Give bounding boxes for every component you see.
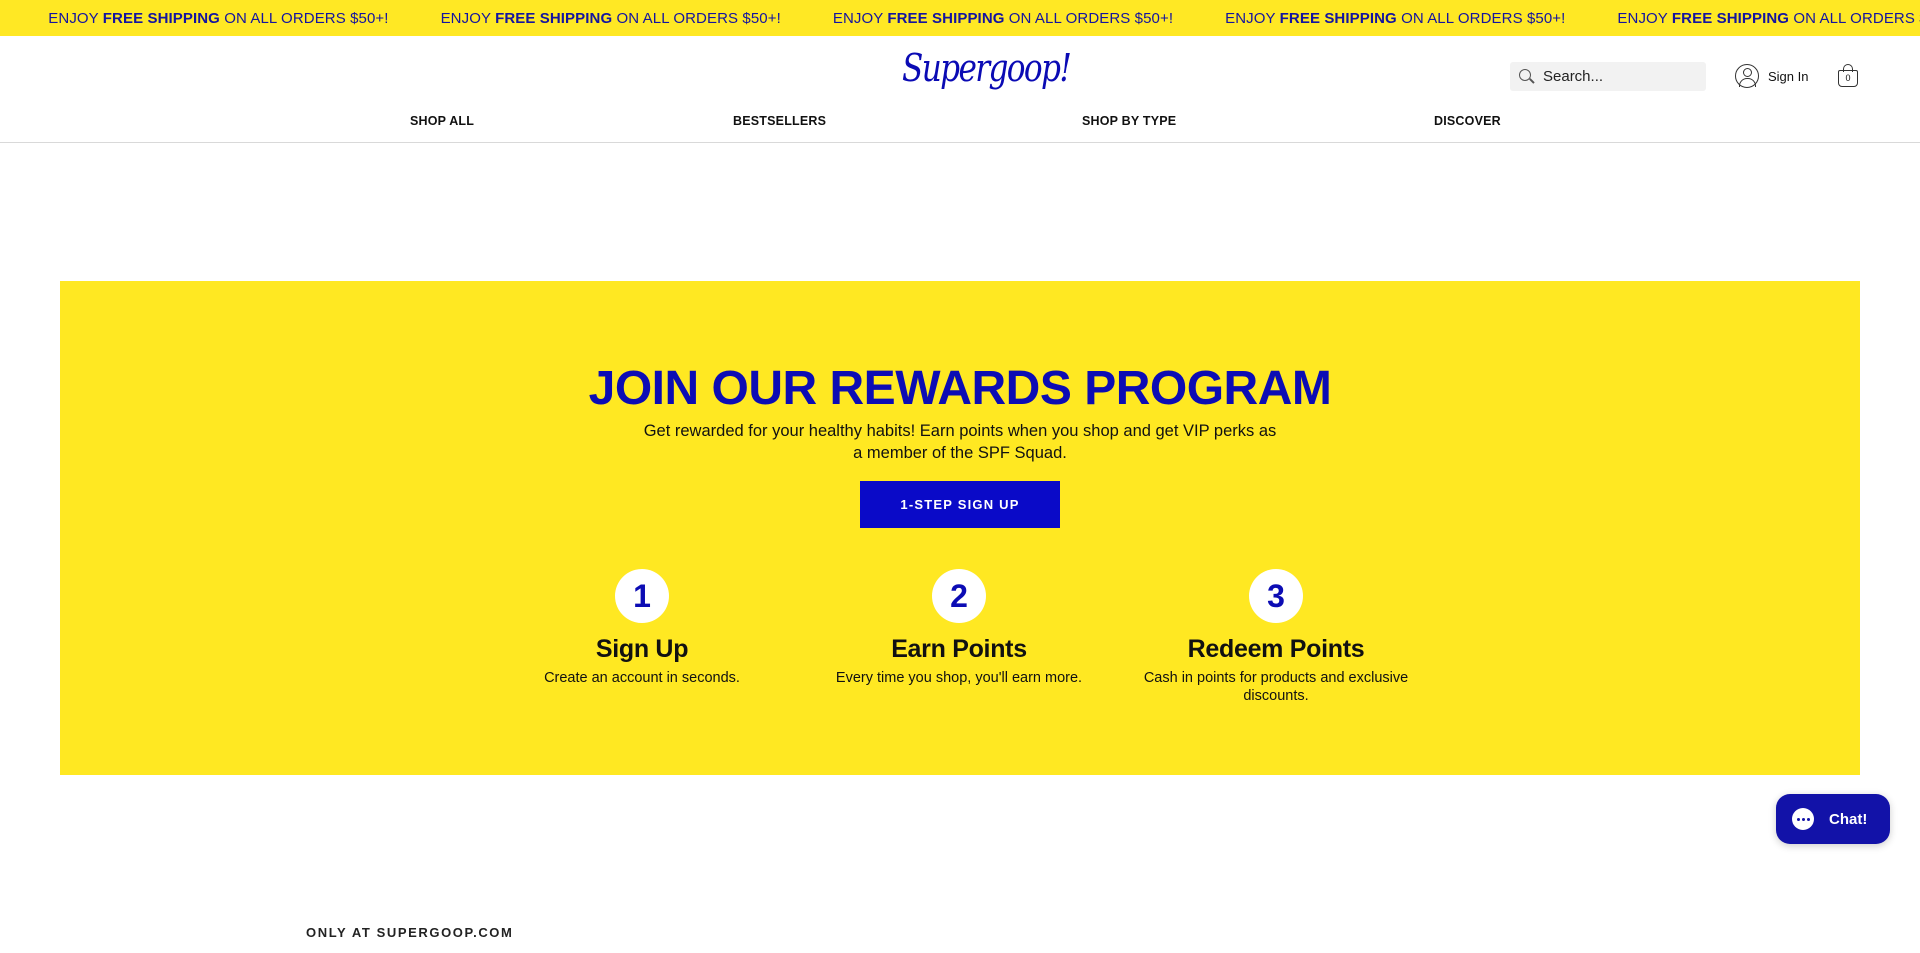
nav-bestsellers[interactable]: BESTSELLERS	[733, 114, 826, 128]
site-header: Supergoop! Sign In 0 SHOP ALL BESTSELLER…	[0, 36, 1920, 143]
announcement-message: ENJOY FREE SHIPPING ON ALL ORDERS $50+!	[48, 9, 389, 27]
sign-in-label: Sign In	[1768, 68, 1809, 84]
main-nav: SHOP ALL BESTSELLERS SHOP BY TYPE DISCOV…	[0, 114, 1920, 134]
sign-up-button[interactable]: 1-STEP SIGN UP	[860, 481, 1060, 528]
step-number-badge: 2	[932, 569, 986, 623]
chat-label: Chat!	[1829, 810, 1868, 828]
search-icon	[1519, 68, 1535, 85]
section-label: ONLY AT SUPERGOOP.COM	[306, 925, 514, 940]
search-input[interactable]	[1543, 68, 1703, 85]
sign-in-link[interactable]: Sign In	[1735, 63, 1808, 89]
announcement-bar: ENJOY FREE SHIPPING ON ALL ORDERS $50+! E…	[0, 0, 1920, 36]
rewards-step: 2 Earn Points Every time you shop, you'l…	[809, 569, 1109, 687]
cart-button[interactable]: 0	[1836, 63, 1860, 89]
announcement-message: ENJOY FREE SHIPPING ON ALL ORDERS $50+!	[1225, 9, 1566, 27]
brand-logo[interactable]: Supergoop!	[902, 46, 1072, 102]
announcement-track: ENJOY FREE SHIPPING ON ALL ORDERS $50+! E…	[0, 0, 1920, 36]
step-description: Every time you shop, you'll earn more.	[835, 670, 1083, 686]
step-description: Cash in points for products and exclusiv…	[1143, 670, 1409, 704]
rewards-subtitle: Get rewarded for your healthy habits! Ea…	[643, 422, 1277, 462]
user-icon	[1735, 64, 1759, 88]
announcement-message: ENJOY FREE SHIPPING ON ALL ORDERS $50+!	[0, 10, 22, 27]
step-number-badge: 1	[615, 569, 669, 623]
nav-shop-all[interactable]: SHOP ALL	[410, 114, 474, 128]
step-title: Redeem Points	[1187, 635, 1365, 663]
cart-count: 0	[1845, 73, 1851, 83]
step-title: Earn Points	[891, 635, 1027, 663]
search-box[interactable]	[1510, 62, 1706, 91]
step-number-badge: 3	[1249, 569, 1303, 623]
announcement-message: ENJOY FREE SHIPPING ON ALL ORDERS $50+!	[440, 9, 781, 27]
chat-button[interactable]: Chat!	[1776, 794, 1890, 844]
announcement-message: ENJOY FREE SHIPPING ON ALL ORDERS $50+!	[1617, 9, 1920, 27]
nav-shop-by-type[interactable]: SHOP BY TYPE	[1082, 114, 1176, 128]
nav-discover[interactable]: DISCOVER	[1434, 114, 1501, 128]
step-description: Create an account in seconds.	[544, 670, 740, 686]
announcement-message: ENJOY FREE SHIPPING ON ALL ORDERS $50+!	[832, 9, 1174, 27]
rewards-title: JOIN OUR REWARDS PROGRAM	[588, 362, 1332, 415]
rewards-section: JOIN OUR REWARDS PROGRAM Get rewarded fo…	[60, 281, 1860, 775]
step-title: Sign Up	[595, 635, 689, 663]
chat-icon	[1792, 808, 1814, 830]
rewards-step: 3 Redeem Points Cash in points for produ…	[1126, 569, 1426, 705]
rewards-step: 1 Sign Up Create an account in seconds.	[492, 569, 792, 687]
